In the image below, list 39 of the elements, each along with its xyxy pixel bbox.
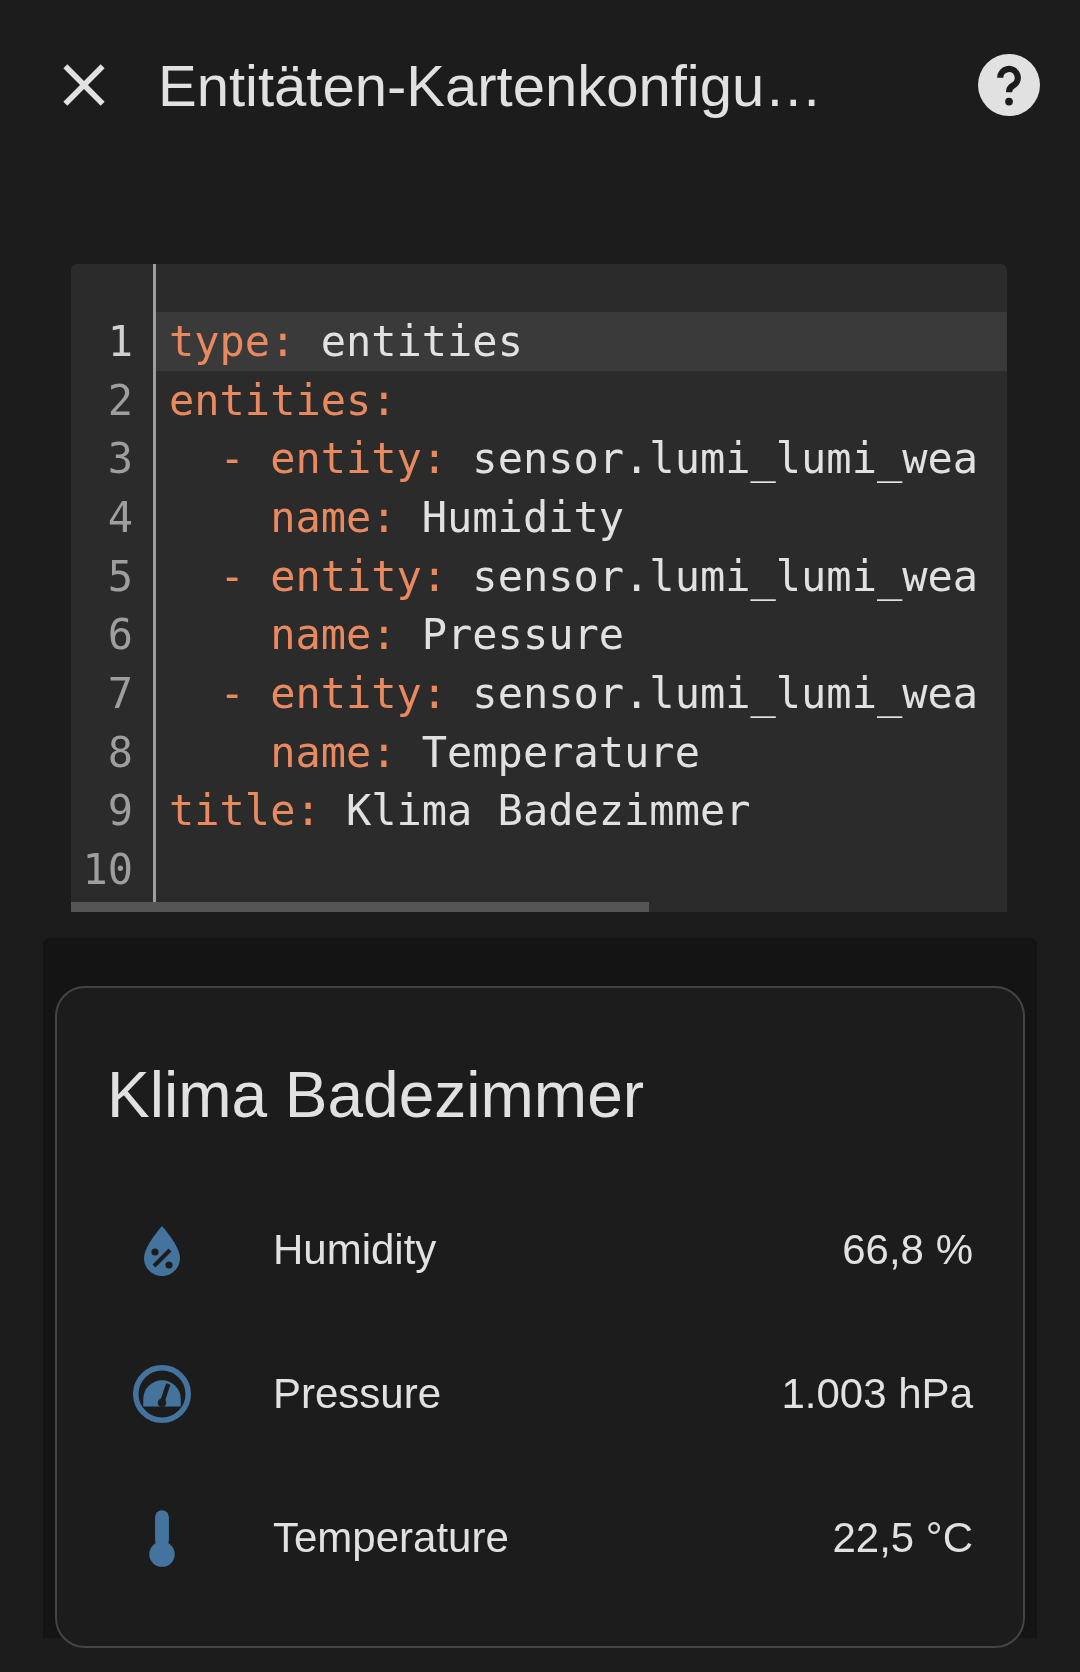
yaml-key: type: bbox=[169, 316, 296, 366]
line-number: 4 bbox=[106, 492, 133, 542]
gauge-icon bbox=[132, 1364, 192, 1424]
yaml-key: entities: bbox=[169, 375, 397, 425]
line-number: 7 bbox=[106, 668, 133, 718]
yaml-key: name: bbox=[169, 727, 397, 777]
yaml-value: entities bbox=[320, 316, 523, 366]
entity-state: 1.003 hPa bbox=[781, 1370, 973, 1418]
card-title: Klima Badezimmer bbox=[107, 1058, 646, 1132]
dialog-title: Entitäten-Kartenkonfigu… bbox=[158, 51, 824, 119]
line-number: 8 bbox=[106, 727, 133, 777]
line-number: 10 bbox=[81, 845, 133, 895]
entity-name[interactable]: Humidity bbox=[273, 1226, 843, 1274]
yaml-key: - entity: bbox=[169, 668, 448, 718]
help-icon[interactable] bbox=[978, 54, 1040, 116]
line-number: 3 bbox=[106, 434, 133, 484]
yaml-value: Temperature bbox=[421, 727, 700, 777]
line-number: 6 bbox=[106, 610, 133, 660]
yaml-value: Humidity bbox=[421, 492, 625, 542]
entity-name[interactable]: Temperature bbox=[273, 1514, 833, 1562]
scrollbar[interactable] bbox=[71, 902, 649, 912]
yaml-value: Pressure bbox=[421, 610, 625, 660]
line-number: 1 bbox=[106, 316, 133, 366]
yaml-key: title: bbox=[169, 786, 321, 836]
water-percent-icon bbox=[142, 1224, 182, 1276]
line-number: 5 bbox=[106, 551, 133, 601]
yaml-key: name: bbox=[169, 492, 397, 542]
yaml-key: - entity: bbox=[169, 551, 448, 601]
yaml-value: sensor.lumi_lumi_wea bbox=[472, 434, 979, 484]
yaml-value: sensor.lumi_lumi_wea bbox=[472, 668, 979, 718]
line-number: 9 bbox=[106, 786, 133, 836]
yaml-value: Klima Badezimmer bbox=[345, 786, 751, 836]
entity-state: 22,5 °C bbox=[832, 1514, 973, 1562]
line-number: 2 bbox=[106, 375, 133, 425]
yaml-key: name: bbox=[169, 610, 397, 660]
yaml-value: sensor.lumi_lumi_wea bbox=[472, 551, 979, 601]
yaml-key: - entity: bbox=[169, 434, 448, 484]
entity-state: 66,8 % bbox=[842, 1226, 973, 1274]
entity-name[interactable]: Pressure bbox=[273, 1370, 782, 1418]
